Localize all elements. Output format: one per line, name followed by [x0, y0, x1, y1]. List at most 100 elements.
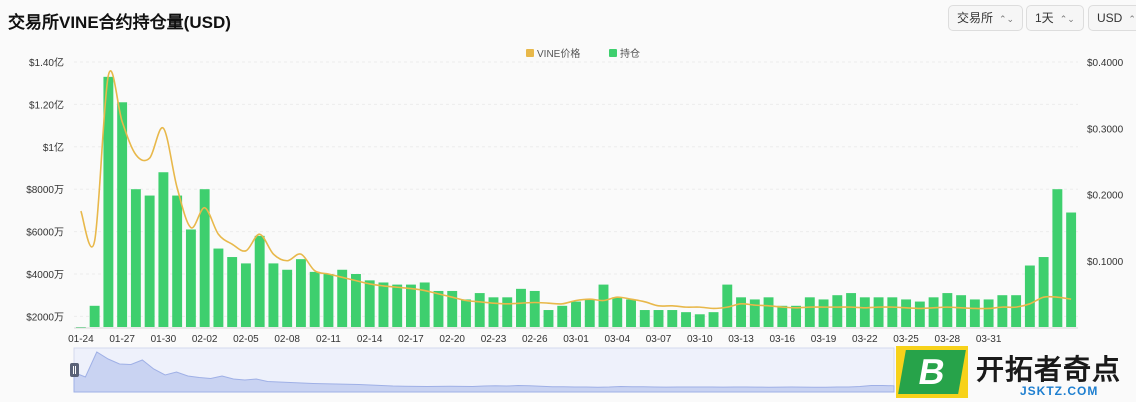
- y-left-tick-label: $2000万: [26, 312, 64, 323]
- x-tick-label: 03-04: [604, 334, 630, 345]
- bar-70: [1038, 257, 1049, 327]
- bar-28: [461, 299, 471, 327]
- bar-58: [873, 297, 884, 327]
- chart-page: 交易所VINE合约持仓量(USD) 交易所⌃⌄ 1天⌃⌄ USD⌃⌄ VINE价…: [0, 0, 1136, 402]
- bar-51: [777, 305, 788, 327]
- navigator-handle-grip: [75, 366, 76, 374]
- bar-57: [859, 297, 870, 327]
- bar-38: [598, 284, 609, 327]
- bar-46: [708, 312, 719, 327]
- bar-7: [172, 195, 183, 327]
- x-tick-label: 03-31: [976, 334, 1002, 345]
- bar-43: [667, 310, 678, 327]
- watermark-name: 开拓者奇点: [976, 354, 1122, 385]
- watermark-logo-letter: B: [898, 350, 966, 394]
- bar-42: [653, 310, 664, 327]
- legend-label-1: 持仓: [620, 47, 640, 60]
- bar-71: [1052, 189, 1063, 327]
- x-tick-label: 03-25: [893, 334, 919, 345]
- bar-14: [268, 263, 279, 327]
- y-left-tick-label: $8000万: [26, 185, 64, 196]
- bar-29: [474, 293, 485, 327]
- bar-67: [997, 295, 1008, 327]
- bar-10: [213, 248, 224, 327]
- x-tick-label: 03-16: [770, 334, 796, 345]
- legend: VINE价格 持仓: [526, 47, 640, 60]
- bar-50: [763, 297, 774, 327]
- bar-56: [846, 293, 857, 327]
- bar-1: [89, 305, 100, 327]
- navigator-handle-left: [70, 363, 79, 377]
- bar-37: [584, 299, 595, 327]
- bar-52: [791, 305, 802, 327]
- bar-4: [130, 189, 141, 327]
- bar-15: [282, 269, 293, 327]
- x-tick-label: 03-19: [811, 334, 837, 345]
- y-left-tick-label: $1.20亿: [29, 98, 64, 111]
- bar-53: [804, 297, 815, 327]
- x-tick-label: 02-05: [233, 334, 259, 345]
- bar-21: [364, 280, 375, 327]
- bar-39: [612, 297, 623, 327]
- watermark-logo: B: [896, 346, 968, 398]
- bar-44: [681, 312, 691, 327]
- bar-8: [185, 229, 196, 327]
- open-interest-chart: VINE价格 持仓 $2000万 $4000万 $6000万 $8000万 $1亿 $1.20…: [26, 47, 1124, 393]
- bar-30: [488, 297, 499, 327]
- y-left-tick-label: $1亿: [43, 141, 64, 154]
- x-tick-label: 02-14: [357, 334, 383, 345]
- bar-36: [571, 301, 581, 327]
- legend-swatch-1: [609, 49, 617, 57]
- x-tick-label: 03-10: [687, 334, 713, 345]
- bar-34: [543, 310, 554, 327]
- x-tick-label: 01-30: [151, 334, 177, 345]
- x-tick-label: 03-13: [728, 334, 754, 345]
- bar-31: [502, 297, 513, 327]
- x-tick-label: 02-20: [439, 334, 465, 345]
- legend-label-0: VINE价格: [537, 47, 580, 60]
- bar-41: [639, 310, 650, 327]
- y-right-tick-label: $0.4000: [1087, 58, 1124, 69]
- bar-16: [295, 259, 306, 327]
- x-tick-label: 03-28: [935, 334, 961, 345]
- y-right-tick-label: $0.2000: [1087, 191, 1124, 202]
- x-tick-label: 03-22: [852, 334, 878, 345]
- bar-6: [158, 172, 169, 327]
- navigator-handle-grip: [73, 366, 74, 374]
- bar-68: [1011, 295, 1022, 327]
- bar-48: [736, 297, 746, 327]
- bar-65: [969, 299, 980, 327]
- x-tick-label: 01-24: [68, 334, 94, 345]
- y-right-tick-label: $0.1000: [1087, 257, 1124, 268]
- x-tick-label: 02-23: [481, 334, 507, 345]
- x-tick-label: 03-01: [563, 334, 589, 345]
- bar-5: [144, 195, 155, 327]
- x-tick-label: 02-02: [192, 334, 218, 345]
- bar-64: [956, 295, 967, 327]
- bar-40: [626, 299, 636, 327]
- bar-11: [227, 257, 238, 327]
- bar-60: [901, 299, 912, 327]
- watermark: B 开拓者奇点 JSKTZ.COM: [896, 346, 1136, 402]
- y-left-tick-label: $1.40亿: [29, 56, 64, 69]
- bar-series: [75, 76, 1077, 328]
- x-tick-label: 02-11: [316, 334, 341, 345]
- bar-61: [914, 301, 925, 327]
- bar-22: [378, 282, 389, 327]
- bar-26: [433, 290, 444, 327]
- bar-59: [887, 297, 898, 327]
- bar-3: [117, 102, 128, 327]
- zoom-navigator: [70, 347, 895, 393]
- x-tick-label: 02-17: [398, 334, 424, 345]
- bar-54: [818, 299, 829, 327]
- bar-66: [983, 299, 994, 327]
- bar-24: [406, 284, 416, 327]
- bar-62: [928, 297, 939, 327]
- watermark-url: JSKTZ.COM: [1020, 384, 1099, 398]
- bar-72: [1066, 212, 1077, 327]
- x-tick-label: 03-07: [646, 334, 672, 345]
- bar-17: [309, 271, 320, 327]
- bar-49: [749, 299, 760, 327]
- bar-13: [254, 235, 265, 327]
- x-tick-label: 02-26: [522, 334, 548, 345]
